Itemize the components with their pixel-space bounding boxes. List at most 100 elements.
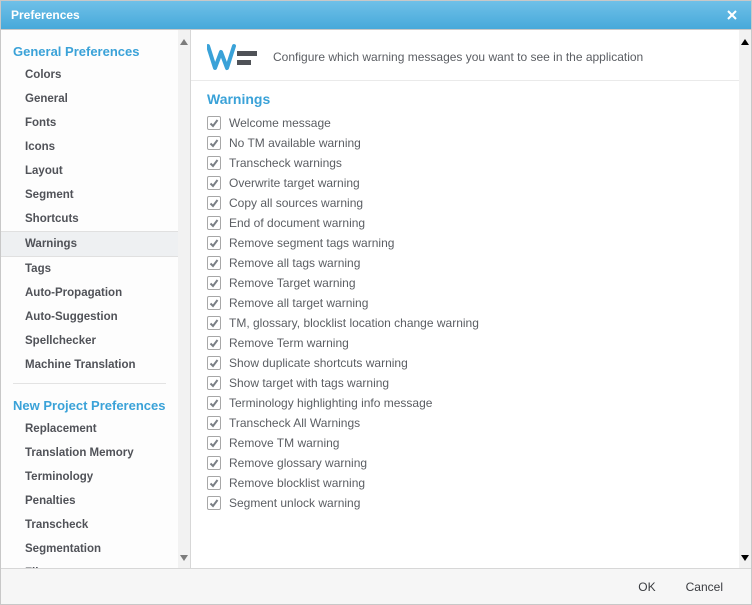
- warning-checkbox[interactable]: [207, 176, 221, 190]
- sidebar-item[interactable]: Shortcuts: [1, 207, 178, 231]
- scroll-up-icon[interactable]: [741, 34, 749, 48]
- banner-text: Configure which warning messages you wan…: [273, 50, 643, 64]
- warning-row: Terminology highlighting info message: [207, 393, 723, 413]
- sidebar-item[interactable]: Auto-Suggestion: [1, 305, 178, 329]
- cancel-button[interactable]: Cancel: [686, 580, 723, 594]
- sidebar-item[interactable]: Tags: [1, 257, 178, 281]
- sidebar-item[interactable]: Machine Translation: [1, 353, 178, 377]
- warning-checkbox[interactable]: [207, 436, 221, 450]
- sidebar-group-header: General Preferences: [1, 38, 178, 63]
- warning-checkbox[interactable]: [207, 496, 221, 510]
- warning-label: Show target with tags warning: [229, 376, 389, 390]
- warning-label: Remove segment tags warning: [229, 236, 394, 250]
- warning-label: No TM available warning: [229, 136, 361, 150]
- warning-label: Remove glossary warning: [229, 456, 367, 470]
- warning-checkbox[interactable]: [207, 336, 221, 350]
- warning-label: End of document warning: [229, 216, 365, 230]
- warning-checkbox[interactable]: [207, 196, 221, 210]
- sidebar-item[interactable]: Colors: [1, 63, 178, 87]
- sidebar-item[interactable]: Segmentation: [1, 537, 178, 561]
- warning-label: Welcome message: [229, 116, 331, 130]
- window-title: Preferences: [11, 8, 723, 22]
- app-logo-icon: [207, 42, 259, 72]
- section-title: Warnings: [191, 81, 739, 111]
- warning-label: Remove blocklist warning: [229, 476, 365, 490]
- warning-row: Segment unlock warning: [207, 493, 723, 513]
- warning-label: Terminology highlighting info message: [229, 396, 432, 410]
- sidebar-group-list: ReplacementTranslation MemoryTerminology…: [1, 417, 178, 568]
- warning-checkbox[interactable]: [207, 396, 221, 410]
- warning-checkbox[interactable]: [207, 156, 221, 170]
- sidebar-item[interactable]: Auto-Propagation: [1, 281, 178, 305]
- warning-row: Remove glossary warning: [207, 453, 723, 473]
- sidebar-container: General PreferencesColorsGeneralFontsIco…: [1, 30, 191, 568]
- warning-row: No TM available warning: [207, 133, 723, 153]
- warning-label: Remove all tags warning: [229, 256, 360, 270]
- sidebar-item[interactable]: Penalties: [1, 489, 178, 513]
- main-area: General PreferencesColorsGeneralFontsIco…: [1, 29, 751, 568]
- sidebar-scrollbar[interactable]: [178, 30, 190, 568]
- warning-row: Show target with tags warning: [207, 373, 723, 393]
- banner: Configure which warning messages you wan…: [191, 30, 739, 81]
- warning-label: Remove TM warning: [229, 436, 339, 450]
- sidebar-item[interactable]: Layout: [1, 159, 178, 183]
- warning-checkbox[interactable]: [207, 136, 221, 150]
- sidebar-item[interactable]: Spellchecker: [1, 329, 178, 353]
- warning-checkbox[interactable]: [207, 276, 221, 290]
- warning-checkbox[interactable]: [207, 416, 221, 430]
- sidebar-item[interactable]: Terminology: [1, 465, 178, 489]
- warning-row: Remove blocklist warning: [207, 473, 723, 493]
- warning-row: Remove TM warning: [207, 433, 723, 453]
- content-container: Configure which warning messages you wan…: [191, 30, 751, 568]
- warning-checkbox[interactable]: [207, 456, 221, 470]
- warning-label: Remove all target warning: [229, 296, 368, 310]
- sidebar-item[interactable]: Segment: [1, 183, 178, 207]
- warning-row: Remove Target warning: [207, 273, 723, 293]
- preferences-window: Preferences General PreferencesColorsGen…: [0, 0, 752, 605]
- warning-checkbox[interactable]: [207, 116, 221, 130]
- warning-row: Welcome message: [207, 113, 723, 133]
- warning-label: Copy all sources warning: [229, 196, 363, 210]
- scroll-down-icon[interactable]: [741, 550, 749, 564]
- warning-label: Show duplicate shortcuts warning: [229, 356, 408, 370]
- sidebar-divider: [13, 383, 166, 384]
- warning-row: Show duplicate shortcuts warning: [207, 353, 723, 373]
- warning-row: Remove segment tags warning: [207, 233, 723, 253]
- sidebar-item[interactable]: Fonts: [1, 111, 178, 135]
- warning-label: Segment unlock warning: [229, 496, 360, 510]
- sidebar-item[interactable]: Translation Memory: [1, 441, 178, 465]
- ok-button[interactable]: OK: [638, 580, 655, 594]
- warning-label: Remove Term warning: [229, 336, 349, 350]
- scroll-up-icon[interactable]: [180, 34, 188, 48]
- warning-checkbox[interactable]: [207, 376, 221, 390]
- warning-row: Remove Term warning: [207, 333, 723, 353]
- warning-checkbox[interactable]: [207, 296, 221, 310]
- warning-label: Overwrite target warning: [229, 176, 360, 190]
- warning-label: TM, glossary, blocklist location change …: [229, 316, 479, 330]
- warning-row: End of document warning: [207, 213, 723, 233]
- sidebar-item[interactable]: Filters: [1, 561, 178, 568]
- sidebar-group-header: New Project Preferences: [1, 392, 178, 417]
- sidebar-item[interactable]: Warnings: [1, 231, 178, 257]
- warning-row: Copy all sources warning: [207, 193, 723, 213]
- warning-checkbox[interactable]: [207, 476, 221, 490]
- footer: OK Cancel: [1, 568, 751, 604]
- sidebar-item[interactable]: Icons: [1, 135, 178, 159]
- warning-checkbox[interactable]: [207, 316, 221, 330]
- sidebar-nav: General PreferencesColorsGeneralFontsIco…: [1, 30, 178, 568]
- sidebar-group-list: ColorsGeneralFontsIconsLayoutSegmentShor…: [1, 63, 178, 377]
- sidebar-item[interactable]: Transcheck: [1, 513, 178, 537]
- close-icon[interactable]: [723, 6, 741, 24]
- warning-label: Transcheck All Warnings: [229, 416, 360, 430]
- warning-checkbox[interactable]: [207, 236, 221, 250]
- sidebar-item[interactable]: Replacement: [1, 417, 178, 441]
- sidebar-item[interactable]: General: [1, 87, 178, 111]
- warning-checkbox[interactable]: [207, 256, 221, 270]
- content-scrollbar[interactable]: [739, 30, 751, 568]
- warning-label: Transcheck warnings: [229, 156, 342, 170]
- warning-row: Overwrite target warning: [207, 173, 723, 193]
- scroll-down-icon[interactable]: [180, 550, 188, 564]
- warning-checkbox[interactable]: [207, 216, 221, 230]
- warning-checkbox[interactable]: [207, 356, 221, 370]
- titlebar: Preferences: [1, 1, 751, 29]
